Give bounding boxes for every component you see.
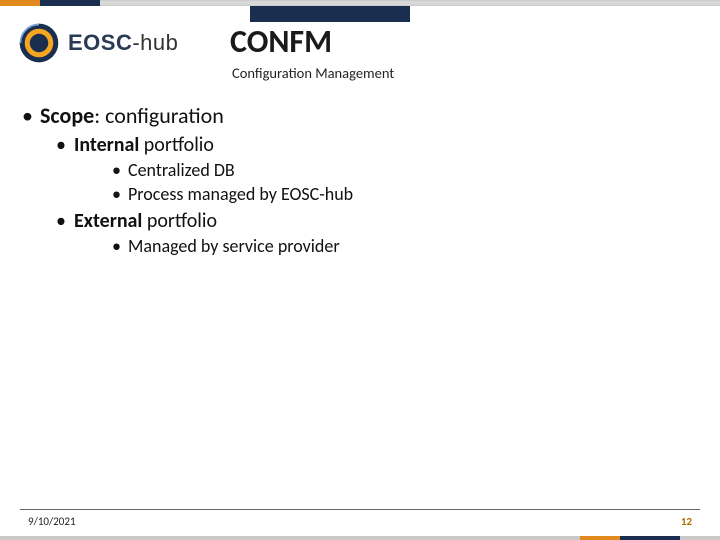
bullet-external: External portfolio Managed by service pr…: [40, 209, 692, 257]
internal-bold: Internal: [74, 133, 139, 157]
bottom-stripe-group: [0, 536, 720, 540]
top-stripe-orange: [0, 0, 40, 6]
footer-date: 9/10/2021: [28, 515, 76, 528]
bottom-stripe-gray: [0, 536, 580, 540]
bullet-internal-item-0: Centralized DB: [74, 159, 692, 181]
brand-suffix: -hub: [132, 30, 178, 55]
slide-body: Scope: configuration Internal portfolio …: [22, 102, 692, 261]
footer-divider: [20, 509, 700, 510]
eosc-hub-logo-icon: [18, 22, 60, 64]
brand-name: EOSC: [68, 30, 132, 55]
top-stripe-group: [0, 0, 720, 6]
brand-logo-text: EOSC-hub: [68, 30, 178, 56]
top-stripe-navy: [40, 0, 100, 6]
slide-title: CONFM: [230, 22, 332, 61]
top-stripe-gray: [100, 0, 720, 6]
top-navy-block: [250, 6, 410, 22]
bottom-stripe-navy: [620, 536, 680, 540]
slide-subtitle: Configuration Management: [232, 64, 394, 82]
bottom-stripe-gray-end: [680, 536, 720, 540]
scope-label: Scope: [40, 102, 94, 129]
bullet-internal-item-1: Process managed by EOSC-hub: [74, 183, 692, 205]
slide: EOSC-hub CONFM Configuration Management …: [0, 0, 720, 540]
scope-value: configuration: [105, 102, 224, 129]
bottom-stripe-orange: [580, 536, 620, 540]
external-rest: portfolio: [147, 209, 217, 233]
bullet-external-item-0: Managed by service provider: [74, 235, 692, 257]
bullet-internal: Internal portfolio Centralized DB Proces…: [40, 133, 692, 205]
internal-rest: portfolio: [144, 133, 214, 157]
brand-logo: EOSC-hub: [18, 22, 178, 64]
external-bold: External: [74, 209, 142, 233]
page-number: 12: [681, 515, 692, 528]
bullet-scope: Scope: configuration Internal portfolio …: [22, 102, 692, 257]
